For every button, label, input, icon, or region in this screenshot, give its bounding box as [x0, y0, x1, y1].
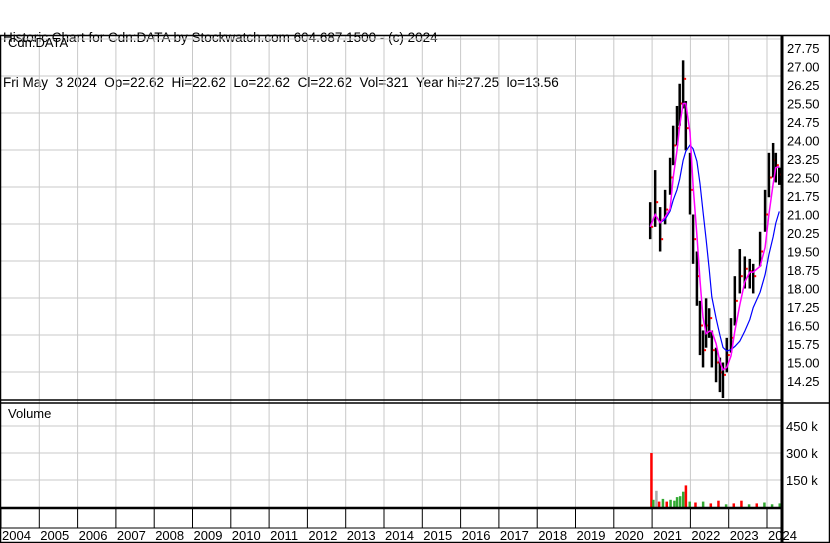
volume-bar: [661, 498, 665, 507]
close-mark: [727, 354, 730, 357]
price-tick-label: 22.50: [787, 171, 820, 186]
price-tick-label: 26.25: [787, 78, 820, 93]
volume-bar: [709, 503, 713, 507]
volume-bar: [724, 504, 728, 507]
volume-bar: [717, 500, 720, 507]
close-mark: [651, 225, 654, 228]
volume-tick-label: 300 k: [786, 446, 818, 461]
symbol-label: Cdn:DATA: [8, 35, 69, 50]
x-tick-label: 2010: [232, 528, 261, 543]
x-tick-label: 2012: [308, 528, 337, 543]
x-tick-label: 2021: [653, 528, 682, 543]
volume-bar: [684, 485, 688, 507]
volume-bar: [657, 501, 661, 507]
x-tick-label: 2005: [40, 528, 69, 543]
x-tick-label: 2016: [462, 528, 491, 543]
x-tick-label: 2007: [117, 528, 146, 543]
close-mark: [761, 250, 764, 253]
close-mark: [686, 127, 689, 130]
close-mark: [656, 201, 659, 204]
price-tick-label: 24.75: [787, 115, 820, 130]
volume-label: Volume: [8, 406, 51, 421]
x-tick-label: 2023: [730, 528, 759, 543]
price-tick-label: 27.75: [787, 41, 820, 56]
price-tick-label: 27.00: [787, 60, 820, 75]
volume-bar: [669, 499, 672, 507]
volume-bar: [650, 453, 653, 507]
close-mark: [704, 349, 707, 352]
chart-frame: [0, 34, 830, 543]
x-tick-label: 2020: [615, 528, 644, 543]
outer-frame: [0, 34, 830, 543]
price-tick-label: 15.00: [787, 356, 820, 371]
volume-bar: [652, 499, 655, 507]
stock-chart: Cdn:DATA Volume 27.75 27.00 26.25 25.50 24.7…: [0, 34, 830, 543]
volume-bar: [694, 502, 697, 507]
volume-bar: [673, 500, 676, 507]
volume-tick-label: 450 k: [786, 419, 818, 434]
volume-bar: [688, 501, 691, 507]
close-mark: [723, 373, 726, 376]
x-tick-label: 2014: [385, 528, 414, 543]
x-tick-label: 2008: [155, 528, 184, 543]
price-tick-label: 21.00: [787, 208, 820, 223]
volume-bar: [701, 501, 705, 507]
close-mark: [700, 324, 703, 327]
price-tick-label: 16.50: [787, 319, 820, 334]
x-tick-label: 2018: [538, 528, 567, 543]
close-mark: [684, 77, 687, 80]
volume-bar: [763, 502, 766, 507]
close-mark: [661, 238, 664, 241]
x-tick-label: 2009: [194, 528, 223, 543]
close-mark: [745, 267, 748, 270]
grid: [0, 36, 782, 508]
close-mark: [754, 275, 757, 278]
close-mark: [712, 349, 715, 352]
close-mark: [694, 238, 697, 241]
volume-bar: [681, 491, 685, 507]
x-tick-label: 2017: [500, 528, 529, 543]
volume-bar: [655, 490, 658, 507]
price-tick-label: 18.75: [787, 263, 820, 278]
x-tick-label: 2013: [347, 528, 376, 543]
close-mark: [769, 176, 772, 179]
price-tick-label: 25.50: [787, 97, 820, 112]
volume-bar: [755, 503, 759, 507]
price-tick-label: 20.25: [787, 226, 820, 241]
x-tick-label: 2015: [423, 528, 452, 543]
price-tick-label: 14.25: [787, 374, 820, 389]
close-mark: [776, 164, 779, 167]
close-mark: [740, 275, 743, 278]
price-tick-label: 18.00: [787, 282, 820, 297]
close-mark: [666, 208, 669, 211]
x-tick-label: 2022: [691, 528, 720, 543]
volume-bar: [770, 504, 774, 507]
price-tick-label: 24.00: [787, 134, 820, 149]
volume-tick-label: 150 k: [786, 473, 818, 488]
close-mark: [710, 317, 713, 320]
x-tick-label: 2011: [270, 528, 298, 543]
x-tick-label: 2006: [79, 528, 108, 543]
price-tick-label: 17.25: [787, 300, 820, 315]
price-tick-label: 15.75: [787, 337, 820, 352]
x-tick-label: 2024: [768, 528, 797, 543]
x-tick-label: 2019: [577, 528, 606, 543]
close-mark: [766, 213, 769, 216]
volume-bar: [665, 501, 669, 507]
volume-bar: [678, 496, 682, 507]
price-tick-label: 23.25: [787, 152, 820, 167]
volume-bar: [747, 504, 751, 507]
x-tick-label: 2004: [2, 528, 31, 543]
price-tick-label: 19.50: [787, 245, 820, 260]
price-tick-label: 21.75: [787, 189, 820, 204]
volume-bar: [740, 500, 743, 507]
volume-bar: [675, 497, 679, 507]
price-series: [648, 60, 783, 399]
volume-bar: [732, 503, 736, 507]
close-mark: [735, 299, 738, 302]
